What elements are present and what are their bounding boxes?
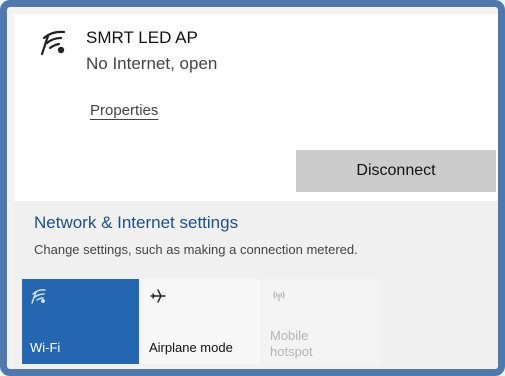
wifi-tile-label: Wi-Fi bbox=[30, 340, 61, 355]
disconnect-button[interactable]: Disconnect bbox=[296, 150, 496, 192]
hotspot-icon bbox=[273, 291, 285, 301]
network-internet-settings-link[interactable]: Network & Internet settings bbox=[34, 213, 238, 233]
settings-description: Change settings, such as making a connec… bbox=[34, 242, 358, 257]
airplane-mode-tile[interactable]: Airplane mode bbox=[141, 279, 260, 364]
network-status: No Internet, open bbox=[86, 54, 218, 73]
properties-link[interactable]: Properties bbox=[90, 102, 158, 119]
airplane-icon bbox=[150, 289, 166, 303]
wifi-icon bbox=[31, 289, 46, 304]
mobile-hotspot-tile[interactable]: Mobile hotspot bbox=[262, 279, 381, 364]
wifi-toggle-tile[interactable]: Wi-Fi bbox=[22, 279, 139, 364]
network-item-selected[interactable]: SMRT LED AP No Internet, open Properties… bbox=[14, 14, 498, 201]
hotspot-tile-label: Mobile hotspot bbox=[270, 328, 313, 359]
settings-area: Network & Internet settings Change setti… bbox=[14, 201, 498, 369]
wifi-signal-icon bbox=[40, 30, 66, 56]
network-name: SMRT LED AP bbox=[86, 28, 198, 47]
airplane-tile-label: Airplane mode bbox=[149, 340, 233, 355]
network-flyout: SMRT LED AP No Internet, open Properties… bbox=[0, 0, 505, 376]
